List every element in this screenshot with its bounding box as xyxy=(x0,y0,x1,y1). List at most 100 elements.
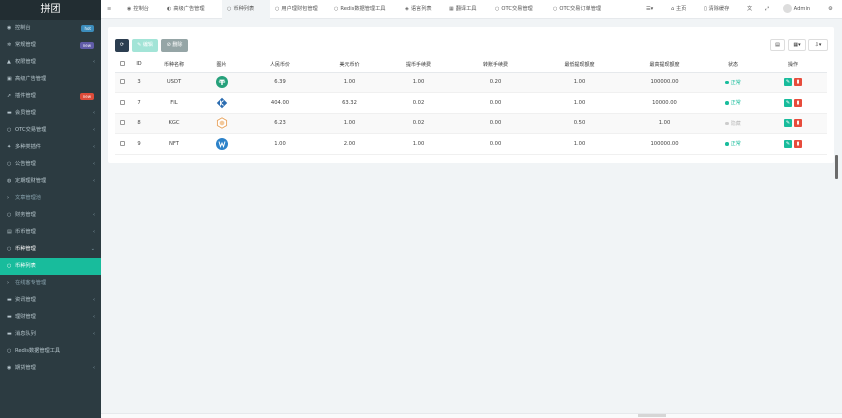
tab-translate[interactable]: ▦ 翻译工具 xyxy=(449,0,477,19)
sidebar-item-futures[interactable]: ◉ 期货管理 ‹ xyxy=(0,360,101,377)
checkbox[interactable] xyxy=(119,140,125,146)
status-badge[interactable]: 正常 xyxy=(725,141,741,147)
user-menu[interactable]: Admin xyxy=(783,0,810,19)
select-all-checkbox[interactable] xyxy=(115,57,129,73)
tab-user-wealth[interactable]: ○ 用户理财包管理 xyxy=(275,0,318,19)
circle-icon: ○ xyxy=(275,6,280,12)
fullscreen-icon[interactable]: ⤢ xyxy=(765,0,769,19)
status-dot-icon xyxy=(725,101,729,105)
column-header[interactable]: 最低提现额度 xyxy=(537,57,622,73)
home-label: 主页 xyxy=(675,6,687,12)
sidebar-item-wealth[interactable]: ▬ 理财管理 ‹ xyxy=(0,309,101,326)
sidebar-item-label: 理财管理 xyxy=(15,314,36,320)
row-checkbox-cell[interactable] xyxy=(115,72,129,93)
refresh-button[interactable]: ⟳ xyxy=(115,39,129,52)
row-edit-button[interactable]: ✎ xyxy=(784,139,792,148)
sidebar-item-currency-list[interactable]: ○ 币种列表 xyxy=(0,258,101,275)
cell-withdraw-fee: 1.00 xyxy=(383,133,454,155)
sidebar-item-multi-plugin[interactable]: ✦ 多种类插件 ‹ xyxy=(0,139,101,156)
column-header[interactable]: 提币手续费 xyxy=(383,57,454,73)
sidebar-item-currency[interactable]: ○ 币种管理 ⌄ xyxy=(0,241,101,258)
cell-cny: 1.00 xyxy=(244,133,316,155)
status-badge[interactable]: 正常 xyxy=(725,80,741,86)
row-delete-button[interactable]: ▮ xyxy=(794,139,802,148)
row-checkbox-cell[interactable] xyxy=(115,133,129,155)
sidebar-item-dashboard[interactable]: ◉ 控制台 hot xyxy=(0,20,101,37)
tab-redis[interactable]: ○ Redis数据管理工具 xyxy=(334,0,386,19)
checkbox[interactable] xyxy=(119,61,125,67)
sidebar-item-redis[interactable]: ○ Redis数据管理工具 xyxy=(0,343,101,360)
tab-otc-orders[interactable]: ○ OTC交易订单管理 xyxy=(553,0,601,19)
status-badge[interactable]: 正常 xyxy=(725,100,741,106)
cell-status[interactable]: 正常 xyxy=(707,133,759,155)
column-header[interactable]: 最高提现额度 xyxy=(622,57,707,73)
table-row[interactable]: 8 KGC 6.23 1.00 0.02 0.00 0.50 1.00 隐藏 ✎… xyxy=(115,113,827,134)
tab-ads[interactable]: ◐ 高级广告管理 xyxy=(167,0,205,19)
cell-status[interactable]: 正常 xyxy=(707,72,759,93)
cell-status[interactable]: 正常 xyxy=(707,92,759,114)
sidebar-item-fixed-finance[interactable]: ◍ 定期理财管理 ‹ xyxy=(0,173,101,190)
column-header[interactable]: 美元币价 xyxy=(316,57,383,73)
sidebar-item-queue[interactable]: ▬ 消息队列 ‹ xyxy=(0,326,101,343)
horizontal-scrollbar-thumb[interactable] xyxy=(638,414,666,417)
vertical-scrollbar[interactable] xyxy=(835,155,838,179)
tab-languages[interactable]: ◈ 语言列表 xyxy=(405,0,432,19)
cell-min: 1.00 xyxy=(537,72,622,93)
view-dropdown-button[interactable]: ▦▾ xyxy=(788,39,806,51)
clear-cache-button[interactable]: ▯ 清除缓存 xyxy=(704,0,729,19)
menu-toggle-icon[interactable]: ≡ xyxy=(107,0,111,19)
tab-currency-list[interactable]: ○ 币种列表 xyxy=(222,0,270,19)
column-header[interactable]: 状态 xyxy=(707,57,759,73)
row-delete-button[interactable]: ▮ xyxy=(794,98,802,107)
edit-button[interactable]: ✎ 编辑 xyxy=(132,39,158,52)
home-link[interactable]: ⌂ 主页 xyxy=(671,0,686,19)
sidebar-item-notice[interactable]: ○ 公告管理 ‹ xyxy=(0,156,101,173)
sidebar-item-finance[interactable]: ○ 财务管理 ‹ xyxy=(0,207,101,224)
tab-dashboard[interactable]: ◉ 控制台 xyxy=(127,0,149,19)
tab-otc[interactable]: ○ OTC交易管理 xyxy=(495,0,533,19)
avatar xyxy=(783,4,792,13)
row-checkbox-cell[interactable] xyxy=(115,113,129,134)
sidebar-item-permission[interactable]: ▲ 权限管理 ‹ xyxy=(0,54,101,71)
delete-button[interactable]: ⊘ 删除 xyxy=(161,39,188,52)
column-header[interactable]: 币种名称 xyxy=(149,57,199,73)
column-header[interactable]: 人民币价 xyxy=(244,57,316,73)
row-edit-button[interactable]: ✎ xyxy=(784,119,792,128)
cell-cny: 6.39 xyxy=(244,72,316,93)
row-delete-button[interactable]: ▮ xyxy=(794,119,802,128)
sidebar-item-plugins[interactable]: ➚ 插件管理 new xyxy=(0,88,101,105)
status-label: 正常 xyxy=(730,141,741,148)
column-header[interactable]: ID xyxy=(129,57,149,73)
columns-toggle-button[interactable]: ▤ xyxy=(770,39,785,51)
row-edit-button[interactable]: ✎ xyxy=(784,98,792,107)
settings-icon[interactable]: ⚙ xyxy=(828,0,833,19)
sidebar-item-members[interactable]: ▬ 会员管理 ‹ xyxy=(0,105,101,122)
row-delete-button[interactable]: ▮ xyxy=(794,78,802,87)
sidebar-item-otc[interactable]: ○ OTC交易管理 ‹ xyxy=(0,122,101,139)
table-row[interactable]: 3 USDT 6.39 1.00 1.00 0.20 1.00 100000.0… xyxy=(115,72,827,93)
cell-status[interactable]: 隐藏 xyxy=(707,113,759,134)
export-dropdown-button[interactable]: ⇩▾ xyxy=(808,39,828,51)
table-row[interactable]: 9 NFT 1.00 2.00 1.00 0.00 1.00 100000.00… xyxy=(115,133,827,155)
sidebar-item-coin-coin[interactable]: ▤ 币币管理 ‹ xyxy=(0,224,101,241)
cell-max: 100000.00 xyxy=(622,133,707,155)
sidebar-item-general[interactable]: ✲ 常规管理 new xyxy=(0,37,101,54)
sidebar-item-news[interactable]: ▬ 资讯管理 ‹ xyxy=(0,292,101,309)
cell-max: 1.00 xyxy=(622,113,707,134)
checkbox[interactable] xyxy=(119,120,125,126)
app-logo[interactable]: 拼团 xyxy=(0,0,101,20)
row-edit-button[interactable]: ✎ xyxy=(784,78,792,87)
sidebar-item-online-service[interactable]: › 在线客专管理 xyxy=(0,275,101,292)
checkbox[interactable] xyxy=(119,99,125,105)
arrow-icon: › xyxy=(7,195,9,201)
status-badge[interactable]: 隐藏 xyxy=(725,121,741,127)
checkbox[interactable] xyxy=(119,79,125,85)
sidebar-item-articles[interactable]: › 文章管理池 xyxy=(0,190,101,207)
table-row[interactable]: 7 FIL 404.00 63.32 0.02 0.00 1.00 10000.… xyxy=(115,92,827,114)
translate-icon[interactable]: 文 xyxy=(747,0,752,19)
column-header[interactable]: 转账手续费 xyxy=(454,57,537,73)
row-checkbox-cell[interactable] xyxy=(115,92,129,114)
sidebar-item-ads[interactable]: ▣ 高级广告管理 xyxy=(0,71,101,88)
grid-menu-icon[interactable]: ☰▾ xyxy=(646,0,653,19)
circle-icon: ○ xyxy=(7,212,12,218)
